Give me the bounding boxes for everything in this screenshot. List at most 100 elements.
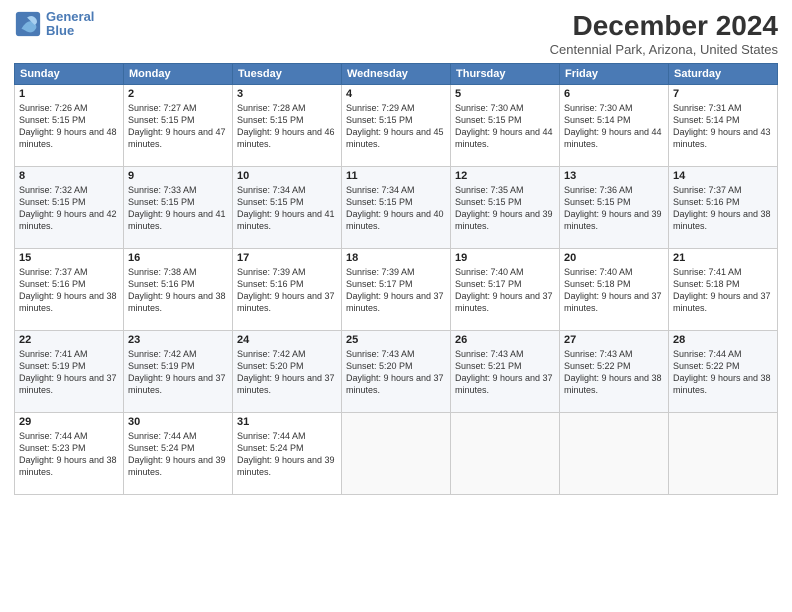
day-content: Sunrise: 7:26 AMSunset: 5:15 PMDaylight:… (19, 102, 119, 151)
calendar-cell: 2Sunrise: 7:27 AMSunset: 5:15 PMDaylight… (124, 85, 233, 167)
day-content: Sunrise: 7:43 AMSunset: 5:20 PMDaylight:… (346, 348, 446, 397)
calendar-cell: 6 Sunrise: 7:30 AMSunset: 5:14 PMDaylight… (560, 85, 669, 167)
day-number: 8 (19, 170, 119, 182)
calendar-cell: 13 Sunrise: 7:36 AMSunset: 5:15 PMDayligh… (560, 167, 669, 249)
calendar-cell: 11 Sunrise: 7:34 AMSunset: 5:15 PMDayligh… (342, 167, 451, 249)
day-number: 13 (564, 170, 664, 182)
col-wednesday: Wednesday (342, 64, 451, 85)
calendar-cell: 28 Sunrise: 7:44 AMSunset: 5:22 PMDayligh… (669, 331, 778, 413)
col-friday: Friday (560, 64, 669, 85)
day-content: Sunrise: 7:34 AMSunset: 5:15 PMDaylight:… (346, 184, 446, 233)
day-content: Sunrise: 7:34 AMSunset: 5:15 PMDaylight:… (237, 184, 337, 233)
day-content: Sunrise: 7:39 AMSunset: 5:17 PMDaylight:… (346, 266, 446, 315)
day-content: Sunrise: 7:32 AMSunset: 5:15 PMDaylight:… (19, 184, 119, 233)
day-number: 19 (455, 252, 555, 264)
day-content: Sunrise: 7:43 AMSunset: 5:22 PMDaylight:… (564, 348, 664, 397)
calendar-cell: 31 Sunrise: 7:44 AMSunset: 5:24 PMDayligh… (233, 413, 342, 495)
day-number: 4 (346, 88, 446, 100)
day-number: 26 (455, 334, 555, 346)
logo-line1: General (46, 9, 94, 24)
calendar-cell: 1 Sunrise: 7:26 AMSunset: 5:15 PMDaylight… (15, 85, 124, 167)
day-number: 25 (346, 334, 446, 346)
day-content: Sunrise: 7:40 AMSunset: 5:18 PMDaylight:… (564, 266, 664, 315)
calendar-cell (342, 413, 451, 495)
calendar-cell: 12Sunrise: 7:35 AMSunset: 5:15 PMDayligh… (451, 167, 560, 249)
day-content: Sunrise: 7:44 AMSunset: 5:22 PMDaylight:… (673, 348, 773, 397)
calendar-cell: 18 Sunrise: 7:39 AMSunset: 5:17 PMDayligh… (342, 249, 451, 331)
day-number: 2 (128, 88, 228, 100)
day-number: 6 (564, 88, 664, 100)
calendar-cell: 17 Sunrise: 7:39 AMSunset: 5:16 PMDayligh… (233, 249, 342, 331)
day-number: 27 (564, 334, 664, 346)
day-number: 20 (564, 252, 664, 264)
day-content: Sunrise: 7:43 AMSunset: 5:21 PMDaylight:… (455, 348, 555, 397)
logo: General Blue (14, 10, 94, 39)
day-number: 30 (128, 416, 228, 428)
day-content: Sunrise: 7:30 AMSunset: 5:14 PMDaylight:… (564, 102, 664, 151)
day-content: Sunrise: 7:33 AMSunset: 5:15 PMDaylight:… (128, 184, 228, 233)
day-number: 21 (673, 252, 773, 264)
calendar-cell (669, 413, 778, 495)
title-block: December 2024 Centennial Park, Arizona, … (550, 10, 778, 57)
day-number: 9 (128, 170, 228, 182)
calendar-cell: 14 Sunrise: 7:37 AMSunset: 5:16 PMDayligh… (669, 167, 778, 249)
calendar-cell: 19 Sunrise: 7:40 AMSunset: 5:17 PMDayligh… (451, 249, 560, 331)
col-tuesday: Tuesday (233, 64, 342, 85)
calendar-cell: 29Sunrise: 7:44 AMSunset: 5:23 PMDayligh… (15, 413, 124, 495)
day-number: 14 (673, 170, 773, 182)
day-number: 12 (455, 170, 555, 182)
day-number: 24 (237, 334, 337, 346)
day-number: 17 (237, 252, 337, 264)
day-content: Sunrise: 7:41 AMSunset: 5:19 PMDaylight:… (19, 348, 119, 397)
calendar-cell: 9 Sunrise: 7:33 AMSunset: 5:15 PMDaylight… (124, 167, 233, 249)
page: General Blue December 2024 Centennial Pa… (0, 0, 792, 612)
logo-icon (14, 10, 42, 38)
day-content: Sunrise: 7:29 AMSunset: 5:15 PMDaylight:… (346, 102, 446, 151)
day-number: 23 (128, 334, 228, 346)
day-number: 16 (128, 252, 228, 264)
calendar-cell: 5Sunrise: 7:30 AMSunset: 5:15 PMDaylight… (451, 85, 560, 167)
logo-line2: Blue (46, 23, 74, 38)
day-content: Sunrise: 7:39 AMSunset: 5:16 PMDaylight:… (237, 266, 337, 315)
day-content: Sunrise: 7:36 AMSunset: 5:15 PMDaylight:… (564, 184, 664, 233)
main-title: December 2024 (550, 10, 778, 42)
calendar-header-row: Sunday Monday Tuesday Wednesday Thursday… (15, 64, 778, 85)
calendar-cell: 21 Sunrise: 7:41 AMSunset: 5:18 PMDayligh… (669, 249, 778, 331)
calendar-week-row: 15Sunrise: 7:37 AMSunset: 5:16 PMDayligh… (15, 249, 778, 331)
calendar-cell: 8 Sunrise: 7:32 AMSunset: 5:15 PMDaylight… (15, 167, 124, 249)
calendar-week-row: 8 Sunrise: 7:32 AMSunset: 5:15 PMDaylight… (15, 167, 778, 249)
day-number: 31 (237, 416, 337, 428)
day-content: Sunrise: 7:28 AMSunset: 5:15 PMDaylight:… (237, 102, 337, 151)
day-number: 7 (673, 88, 773, 100)
calendar-table: Sunday Monday Tuesday Wednesday Thursday… (14, 63, 778, 495)
day-number: 3 (237, 88, 337, 100)
logo-text: General Blue (46, 10, 94, 39)
calendar-cell: 20 Sunrise: 7:40 AMSunset: 5:18 PMDayligh… (560, 249, 669, 331)
day-content: Sunrise: 7:44 AMSunset: 5:24 PMDaylight:… (237, 430, 337, 479)
day-number: 10 (237, 170, 337, 182)
day-content: Sunrise: 7:37 AMSunset: 5:16 PMDaylight:… (19, 266, 119, 315)
day-content: Sunrise: 7:41 AMSunset: 5:18 PMDaylight:… (673, 266, 773, 315)
header: General Blue December 2024 Centennial Pa… (14, 10, 778, 57)
day-number: 11 (346, 170, 446, 182)
day-content: Sunrise: 7:38 AMSunset: 5:16 PMDaylight:… (128, 266, 228, 315)
day-content: Sunrise: 7:37 AMSunset: 5:16 PMDaylight:… (673, 184, 773, 233)
day-content: Sunrise: 7:42 AMSunset: 5:19 PMDaylight:… (128, 348, 228, 397)
calendar-week-row: 1 Sunrise: 7:26 AMSunset: 5:15 PMDaylight… (15, 85, 778, 167)
calendar-cell: 27 Sunrise: 7:43 AMSunset: 5:22 PMDayligh… (560, 331, 669, 413)
calendar-cell: 16 Sunrise: 7:38 AMSunset: 5:16 PMDayligh… (124, 249, 233, 331)
day-number: 18 (346, 252, 446, 264)
day-number: 28 (673, 334, 773, 346)
day-number: 5 (455, 88, 555, 100)
day-content: Sunrise: 7:40 AMSunset: 5:17 PMDaylight:… (455, 266, 555, 315)
col-monday: Monday (124, 64, 233, 85)
day-number: 29 (19, 416, 119, 428)
calendar-cell: 22 Sunrise: 7:41 AMSunset: 5:19 PMDayligh… (15, 331, 124, 413)
calendar-cell: 7Sunrise: 7:31 AMSunset: 5:14 PMDaylight… (669, 85, 778, 167)
calendar-week-row: 22 Sunrise: 7:41 AMSunset: 5:19 PMDayligh… (15, 331, 778, 413)
day-number: 22 (19, 334, 119, 346)
calendar-cell: 10 Sunrise: 7:34 AMSunset: 5:15 PMDayligh… (233, 167, 342, 249)
calendar-cell: 24Sunrise: 7:42 AMSunset: 5:20 PMDayligh… (233, 331, 342, 413)
col-sunday: Sunday (15, 64, 124, 85)
day-number: 1 (19, 88, 119, 100)
